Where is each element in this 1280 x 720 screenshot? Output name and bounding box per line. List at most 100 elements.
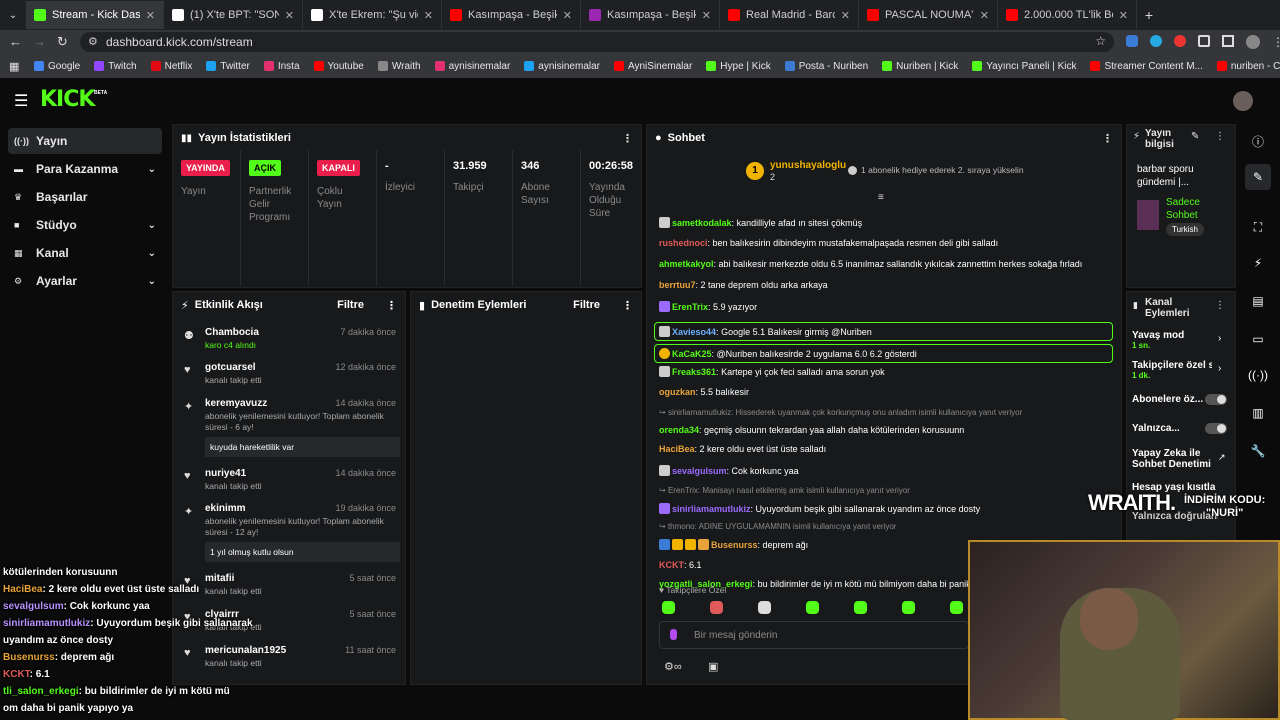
user-avatar[interactable] bbox=[1233, 91, 1253, 111]
chat-username[interactable]: rushednoci bbox=[659, 238, 708, 248]
stream-stats-menu-icon[interactable]: ⋮ bbox=[622, 132, 633, 145]
site-info-icon[interactable]: ⚙ bbox=[88, 35, 98, 48]
browser-tab[interactable]: Real Madrid - Barcelona ✕ bbox=[720, 1, 859, 29]
chat-message[interactable]: HaciBea: 2 kere oldu evet üst üste salla… bbox=[659, 444, 1114, 454]
ext-shield-icon[interactable] bbox=[1126, 35, 1138, 47]
lightning-rail-icon[interactable]: ⚡ bbox=[1245, 250, 1271, 276]
bookmark-item[interactable]: Google bbox=[34, 61, 80, 72]
followers-only-row[interactable]: Takipçilere özel s 1 dk. › bbox=[1132, 360, 1227, 380]
chat-message[interactable]: rushednoci: ben balıkesirin dibindeyim m… bbox=[659, 238, 1114, 248]
browser-tab[interactable]: X'te Ekrem: "Şu videoyu S ✕ bbox=[303, 1, 442, 29]
bookmark-item[interactable]: Twitch bbox=[94, 61, 137, 72]
forward-icon[interactable]: → bbox=[33, 34, 46, 49]
browser-tab[interactable]: (1) X'te BPT: "SON DAKİKA ✕ bbox=[164, 1, 303, 29]
sidepanel-icon[interactable] bbox=[1222, 35, 1234, 47]
chat-menu-icon[interactable]: ⋮ bbox=[1102, 132, 1113, 145]
tab-close-icon[interactable]: ✕ bbox=[841, 9, 850, 22]
chat-username[interactable]: Busenurss bbox=[711, 540, 758, 550]
chat-username[interactable]: orenda34 bbox=[659, 425, 699, 435]
sidebar-item[interactable]: ((·)) Yayın bbox=[8, 128, 162, 154]
chat-collapse-icon[interactable]: ≡ bbox=[878, 192, 884, 203]
reload-icon[interactable]: ↻ bbox=[57, 34, 68, 50]
chat-message[interactable]: sevalgulsum: Cok korkunc yaa bbox=[659, 465, 1114, 476]
bookmark-item[interactable]: Nuriben | Kick bbox=[882, 61, 958, 72]
kick-logo[interactable]: KICK bbox=[40, 87, 95, 112]
stream-info-menu-icon[interactable]: ⋮ bbox=[1215, 131, 1225, 142]
edit-pencil-icon[interactable]: ✎ bbox=[1191, 131, 1199, 142]
category-name[interactable]: Sadece Sohbet bbox=[1166, 196, 1226, 222]
ext-red-icon[interactable] bbox=[1174, 35, 1186, 47]
bookmark-item[interactable]: Posta - Nuriben bbox=[784, 61, 868, 72]
slow-mode-row[interactable]: Yavaş mod 1 sn. › bbox=[1132, 330, 1227, 350]
chat-username[interactable]: Freaks361 bbox=[672, 367, 716, 377]
pinned-username[interactable]: yunushayaloglu bbox=[770, 160, 846, 171]
tab-close-icon[interactable]: ✕ bbox=[563, 9, 572, 22]
chat-username[interactable]: sinirliamamutlukiz bbox=[672, 504, 751, 514]
profile-avatar[interactable] bbox=[1246, 35, 1260, 49]
document-icon[interactable]: ▤ bbox=[1245, 288, 1271, 314]
chat-message[interactable]: berrtuu7: 2 tane deprem oldu arka arkaya bbox=[659, 280, 1114, 290]
chat-message[interactable]: ErenTrix: 5.9 yazıyor bbox=[659, 301, 1114, 312]
bookmark-item[interactable]: aynisinemalar bbox=[524, 61, 600, 72]
layout-rail-icon[interactable]: ▥ bbox=[1245, 400, 1271, 426]
chat-username[interactable]: ErenTrix bbox=[672, 302, 708, 312]
bookmark-item[interactable]: Wraith bbox=[377, 61, 421, 72]
browser-tab[interactable]: Kasımpaşa - Beşiktaş Maç ✕ bbox=[442, 1, 581, 29]
bookmark-item[interactable]: Youtube bbox=[313, 61, 364, 72]
tab-close-icon[interactable]: ✕ bbox=[980, 9, 989, 22]
subs-only-toggle[interactable] bbox=[1205, 394, 1227, 405]
sidebar-item[interactable]: ♛ Başarılar bbox=[8, 184, 162, 210]
tab-close-icon[interactable]: ✕ bbox=[702, 9, 711, 22]
category-thumbnail[interactable] bbox=[1137, 200, 1159, 230]
chat-message[interactable]: oguzkan: 5.5 balıkesir bbox=[659, 387, 1114, 397]
edit-icon[interactable]: ✎ bbox=[1245, 164, 1271, 190]
ai-moderation-row[interactable]: Yapay Zeka ile Sohbet Denetimi ↗ bbox=[1132, 448, 1227, 470]
chat-message[interactable]: Xavieso44: Google 5.1 Balıkesir girmiş @… bbox=[654, 322, 1113, 341]
chat-username[interactable]: KCKT bbox=[659, 560, 684, 570]
chat-message[interactable]: Freaks361: Kartepe yi çok feci salladı a… bbox=[659, 366, 1114, 377]
tab-close-icon[interactable]: ✕ bbox=[1119, 9, 1128, 22]
chat-username[interactable]: KaCaK25 bbox=[672, 349, 712, 359]
menu-hamburger-icon[interactable]: ☰ bbox=[14, 91, 28, 111]
chat-store-icon[interactable]: ▣ bbox=[708, 660, 718, 673]
ext-globe-icon[interactable] bbox=[1150, 35, 1162, 47]
activity-menu-icon[interactable]: ⋮ bbox=[386, 299, 397, 312]
chat-message[interactable]: sametkodalak: kandilliyle afad ın sitesi… bbox=[659, 217, 1114, 228]
broadcast-rail-icon[interactable]: ((·)) bbox=[1245, 362, 1271, 388]
browser-tab[interactable]: Stream - Kick Dashboard ✕ bbox=[26, 1, 164, 29]
quick-emote-icon[interactable] bbox=[710, 601, 723, 614]
chat-message[interactable]: orenda34: geçmiş olsuunn tekrardan yaa a… bbox=[659, 425, 1114, 435]
chat-username[interactable]: sametkodalak bbox=[672, 218, 732, 228]
bookmark-item[interactable]: Hype | Kick bbox=[706, 61, 771, 72]
bookmark-item[interactable]: Netflix bbox=[150, 61, 192, 72]
new-tab-button[interactable]: + bbox=[1137, 7, 1161, 23]
quick-emote-icon[interactable] bbox=[854, 601, 867, 614]
emotes-only-toggle[interactable] bbox=[1205, 423, 1227, 434]
apps-grid-icon[interactable]: ▦ bbox=[9, 60, 19, 73]
sidebar-item[interactable]: ■ Stüdyo ⌄ bbox=[8, 212, 162, 238]
moderation-menu-icon[interactable]: ⋮ bbox=[622, 299, 633, 312]
chat-message[interactable]: ahmetkakyol: abi balıkesir merkezde oldu… bbox=[659, 259, 1114, 269]
bookmark-item[interactable]: Streamer Content M... bbox=[1090, 61, 1203, 72]
browser-menu-icon[interactable]: ⋮ bbox=[1272, 35, 1280, 49]
bookmark-item[interactable]: aynisinemalar bbox=[434, 61, 510, 72]
extensions-puzzle-icon[interactable] bbox=[1198, 35, 1210, 47]
quick-emote-icon[interactable] bbox=[950, 601, 963, 614]
url-input[interactable]: ⚙ dashboard.kick.com/stream ☆ bbox=[80, 32, 1114, 52]
browser-tab[interactable]: 2.000.000 TL'lik Bozkurt ✕ bbox=[998, 1, 1137, 29]
quick-emote-icon[interactable] bbox=[902, 601, 915, 614]
sidebar-item[interactable]: ▦ Kanal ⌄ bbox=[8, 240, 162, 266]
sidebar-item[interactable]: ⚙ Ayarlar ⌄ bbox=[8, 268, 162, 294]
chat-username[interactable]: HaciBea bbox=[659, 444, 695, 454]
chat-message[interactable]: sinirliamamutlukiz: Uyuyordum beşik gibi… bbox=[659, 503, 1114, 514]
quick-emote-icon[interactable] bbox=[758, 601, 771, 614]
chat-username[interactable]: oguzkan bbox=[659, 387, 696, 397]
wrench-icon[interactable]: 🔧 bbox=[1245, 438, 1271, 464]
chat-username[interactable]: Xavieso44 bbox=[672, 327, 716, 337]
channel-actions-menu-icon[interactable]: ⋮ bbox=[1215, 300, 1225, 311]
chat-rail-icon[interactable]: ▭ bbox=[1245, 326, 1271, 352]
tab-close-icon[interactable]: ✕ bbox=[424, 9, 433, 22]
sidebar-item[interactable]: ▬ Para Kazanma ⌄ bbox=[8, 156, 162, 182]
tab-search-button[interactable]: ⌄ bbox=[0, 10, 26, 21]
language-tag[interactable]: Turkish bbox=[1166, 223, 1204, 236]
